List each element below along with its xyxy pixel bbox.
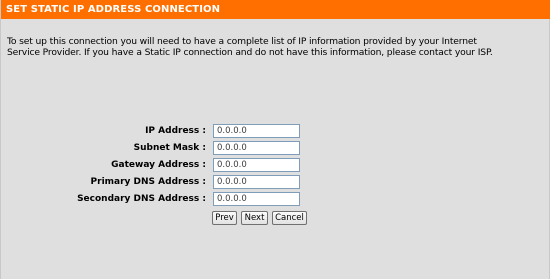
subnet-mask-row: Subnet Mask : — [1, 141, 550, 156]
gateway-address-label: Gateway Address : — [111, 160, 206, 170]
next-button[interactable]: Next — [241, 211, 268, 225]
primary-dns-row: Primary DNS Address : — [1, 175, 550, 190]
gateway-address-input[interactable] — [213, 158, 300, 172]
prev-button[interactable]: Prev — [212, 211, 237, 225]
ip-address-row: IP Address : — [1, 124, 550, 139]
primary-dns-input[interactable] — [213, 175, 300, 189]
instructions-text: To set up this connection you will need … — [7, 36, 543, 58]
primary-dns-label: Primary DNS Address : — [90, 177, 206, 187]
instructions-line-1: To set up this connection you will need … — [7, 36, 477, 47]
instructions-line-2: Service Provider. If you have a Static I… — [7, 47, 493, 58]
gateway-address-row: Gateway Address : — [1, 158, 550, 173]
secondary-dns-label: Secondary DNS Address : — [77, 194, 206, 204]
subnet-mask-label: Subnet Mask : — [133, 143, 206, 153]
subnet-mask-input[interactable] — [213, 141, 300, 155]
section-title: SET STATIC IP ADDRESS CONNECTION — [1, 0, 550, 19]
cancel-button[interactable]: Cancel — [272, 211, 307, 225]
secondary-dns-input[interactable] — [213, 192, 300, 206]
static-ip-panel: SET STATIC IP ADDRESS CONNECTION To set … — [0, 0, 550, 279]
secondary-dns-row: Secondary DNS Address : — [1, 192, 550, 207]
ip-address-input[interactable] — [213, 124, 300, 138]
ip-address-label: IP Address : — [145, 126, 206, 136]
